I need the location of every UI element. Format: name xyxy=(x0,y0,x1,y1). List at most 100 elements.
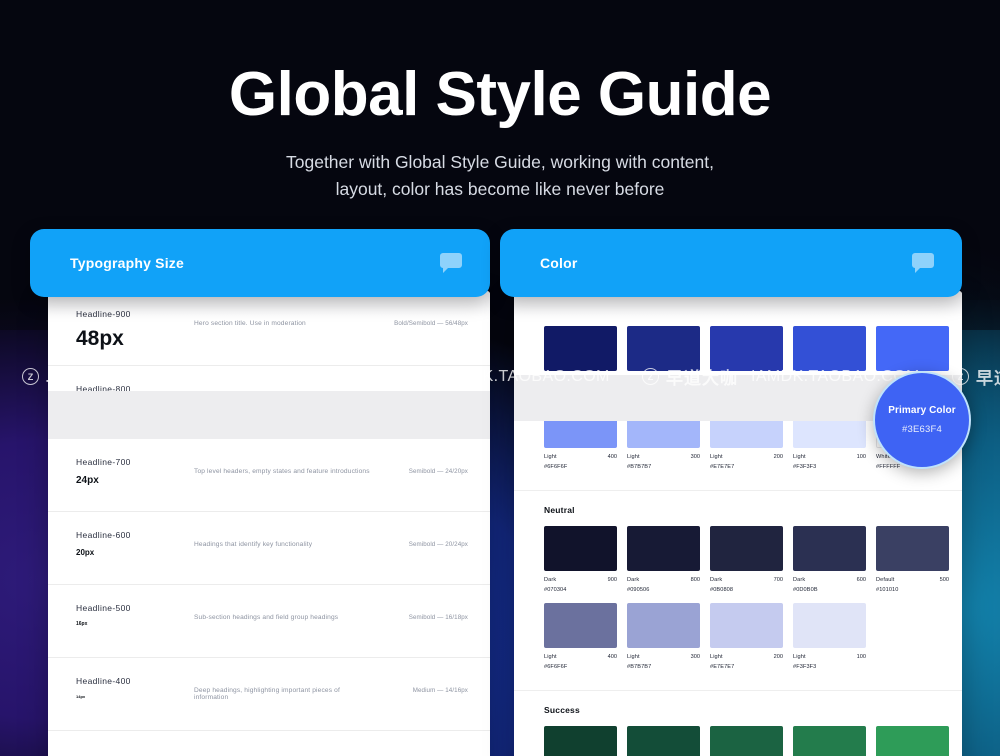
color-swatch[interactable]: Light 100 #F3F3F3 xyxy=(793,403,866,470)
color-swatch-hex: #F3F3F3 xyxy=(793,464,817,470)
color-swatch[interactable]: Light 300 #B7B7B7 xyxy=(627,603,700,670)
color-swatch-weight: 700 xyxy=(773,577,783,583)
color-swatch-meta: Dark 700 xyxy=(710,577,783,583)
color-swatch[interactable]: Default500#52BD94 xyxy=(876,726,949,756)
color-swatch-chip[interactable] xyxy=(627,403,700,448)
typography-row-description: Sub-section headings and field group hea… xyxy=(194,614,339,621)
color-swatch[interactable]: Light 400 #6F6F6F xyxy=(544,603,617,670)
color-swatch-weight: 300 xyxy=(690,654,700,660)
hero-section: Global Style Guide Together with Global … xyxy=(0,0,1000,203)
typography-row-label: Headline-900 xyxy=(76,309,131,319)
color-swatch[interactable]: Dark 800 #090506 xyxy=(627,526,700,593)
color-swatch-chip[interactable] xyxy=(793,403,866,448)
color-swatch-chip[interactable] xyxy=(544,326,617,371)
color-swatch[interactable]: Dark800#1A6D66 xyxy=(627,726,700,756)
color-swatch-name: Light xyxy=(627,654,640,660)
color-swatch-chip[interactable] xyxy=(544,726,617,756)
color-swatch[interactable]: Light 100 #F3F3F3 xyxy=(793,603,866,670)
typography-row-description: Hero section title. Use in moderation xyxy=(194,320,306,327)
color-swatch[interactable]: Dark 800 #090506 xyxy=(627,326,700,393)
typography-row-left: Headline-800 36px xyxy=(76,384,194,419)
color-swatch-weight: 900 xyxy=(607,577,617,583)
color-swatch-hex: #0D0B0B xyxy=(793,387,818,393)
color-swatch-chip[interactable] xyxy=(544,403,617,448)
color-swatch-chip[interactable] xyxy=(544,526,617,571)
typography-row-spec: Semibold — 36/32px xyxy=(408,395,468,402)
color-swatch-chip[interactable] xyxy=(793,726,866,756)
color-panel-header[interactable]: Color xyxy=(500,229,962,297)
color-swatch-weight: 100 xyxy=(856,654,866,660)
color-swatch-weight: 400 xyxy=(607,454,617,460)
color-swatch-weight: 100 xyxy=(856,454,866,460)
color-swatch[interactable]: Dark 600 #0D0B0B xyxy=(793,526,866,593)
color-swatch-weight: 900 xyxy=(607,377,617,383)
color-swatch-name: Light xyxy=(793,454,806,460)
color-swatch-name: Light xyxy=(627,454,640,460)
typography-row-sample: 24px xyxy=(76,475,99,486)
color-swatch-chip[interactable] xyxy=(627,603,700,648)
color-swatch-chip[interactable] xyxy=(876,526,949,571)
color-swatch-hex: #6F6F6F xyxy=(544,464,568,470)
typography-row-list: Headline-900 48px Hero section title. Use … xyxy=(48,291,490,731)
color-swatch-hex: #0D0B0B xyxy=(793,587,818,593)
speech-bubble-icon[interactable] xyxy=(438,250,464,276)
color-swatch-chip[interactable] xyxy=(876,726,949,756)
primary-color-badge[interactable]: Primary Color #3E63F4 xyxy=(873,371,971,469)
color-swatch-name: Dark xyxy=(544,377,557,383)
color-swatch[interactable]: Light 400 #6F6F6F xyxy=(544,403,617,470)
color-swatch[interactable]: Dark 900 #070304 xyxy=(544,326,617,393)
typography-row: Headline-900 48px Hero section title. Use … xyxy=(48,291,490,366)
color-swatch-chip[interactable] xyxy=(793,603,866,648)
swatch-row: Dark 900 #070304 Dark 800 #090506 Dark 700 #0B08… xyxy=(544,526,949,593)
color-swatch-chip[interactable] xyxy=(544,603,617,648)
typography-row: Headline-800 36px Main titles, use only on… xyxy=(48,366,490,439)
color-swatch-chip[interactable] xyxy=(710,526,783,571)
typography-row-label: Headline-400 xyxy=(76,676,131,686)
color-swatch-hex: #090506 xyxy=(627,587,650,593)
color-swatch[interactable]: Dark900#0F595A xyxy=(544,726,617,756)
color-swatch[interactable]: Dark 700 #0B0808 xyxy=(710,326,783,393)
typography-row: Headline-700 24px Top level headers, empty… xyxy=(48,439,490,512)
color-swatch[interactable]: Light 200 #E7E7E7 xyxy=(710,603,783,670)
color-swatch-meta: Light 100 xyxy=(793,654,866,660)
typography-row-left: Headline-500 16px xyxy=(76,603,194,627)
color-swatch-chip[interactable] xyxy=(627,526,700,571)
color-swatch[interactable]: Default 500 #101010 xyxy=(876,526,949,593)
color-section-list: Brand Color Dark 900 #070304 Dark 800 #090506 D… xyxy=(514,291,962,756)
color-swatch-chip[interactable] xyxy=(627,726,700,756)
typography-row-description: Top level headers, empty states and feat… xyxy=(194,468,370,475)
color-swatch-name: Dark xyxy=(627,577,640,583)
color-swatch[interactable]: Dark600#38A285 xyxy=(793,726,866,756)
color-swatch-weight: 500 xyxy=(939,577,949,583)
color-swatch-meta: Light 300 xyxy=(627,654,700,660)
color-swatch[interactable]: Light 200 #E7E7E7 xyxy=(710,403,783,470)
typography-row-left: Headline-700 24px xyxy=(76,457,194,486)
color-swatch[interactable]: Dark 900 #070304 xyxy=(544,526,617,593)
color-swatch-meta: Light 100 xyxy=(793,454,866,460)
typography-row-description: Headings that identify key functionality xyxy=(194,541,313,548)
color-swatch-weight: 800 xyxy=(690,377,700,383)
color-swatch-chip[interactable] xyxy=(710,403,783,448)
color-swatch[interactable]: Dark 700 #0B0808 xyxy=(710,526,783,593)
speech-bubble-icon[interactable] xyxy=(910,250,936,276)
page-title: Global Style Guide xyxy=(228,60,772,129)
typography-panel-header[interactable]: Typography Size xyxy=(30,229,490,297)
color-swatch-name: Light xyxy=(710,454,723,460)
typography-row-spec: Semibold — 20/24px xyxy=(408,541,468,548)
color-swatch[interactable]: Dark 600 #0D0B0B xyxy=(793,326,866,393)
color-swatch-chip[interactable] xyxy=(710,326,783,371)
typography-row-sample: 14px xyxy=(76,694,86,699)
typography-row-left: Headline-600 20px xyxy=(76,530,194,557)
color-swatch-chip[interactable] xyxy=(793,326,866,371)
color-swatch[interactable]: Light 300 #B7B7B7 xyxy=(627,403,700,470)
color-swatch-chip[interactable] xyxy=(710,603,783,648)
color-swatch[interactable]: Dark700#298876 xyxy=(710,726,783,756)
subtitle-line-1: Together with Global Style Guide, workin… xyxy=(286,152,714,173)
color-swatch-hex: #B7B7B7 xyxy=(627,664,652,670)
color-swatch-chip[interactable] xyxy=(627,326,700,371)
color-swatch-chip[interactable] xyxy=(710,726,783,756)
color-swatch-weight: 200 xyxy=(773,654,783,660)
color-swatch-meta: Light 200 xyxy=(710,454,783,460)
color-swatch-chip[interactable] xyxy=(793,526,866,571)
color-swatch-chip[interactable] xyxy=(876,326,949,371)
